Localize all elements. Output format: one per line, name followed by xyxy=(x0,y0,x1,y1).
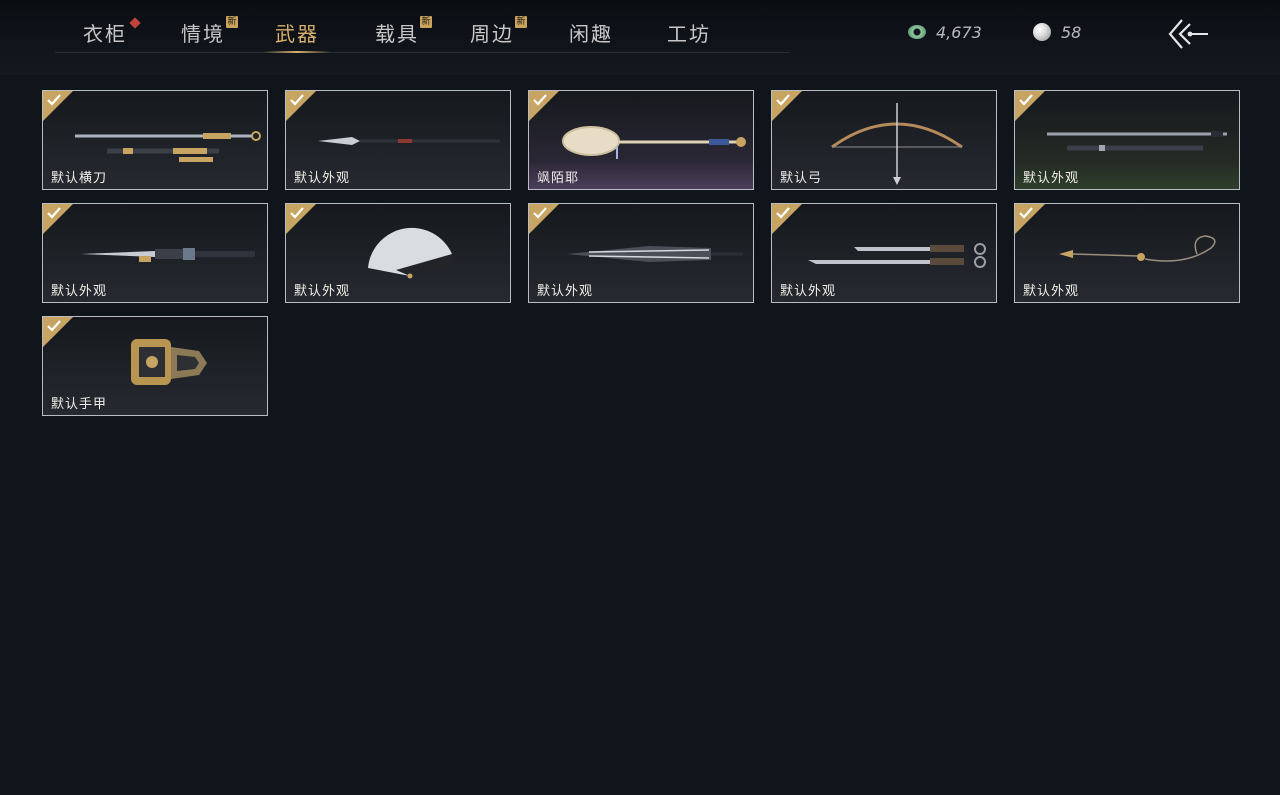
item-name: 默认外观 xyxy=(51,284,108,299)
tab-label: 工坊 xyxy=(667,22,711,46)
tab-workshop[interactable]: 工坊 xyxy=(667,18,711,52)
check-icon xyxy=(290,207,304,219)
tab-scene[interactable]: 情境 新 xyxy=(181,16,238,52)
weapon-card[interactable]: 默认外观 xyxy=(285,90,511,190)
check-icon xyxy=(290,94,304,106)
tab-label: 武器 xyxy=(275,22,319,46)
weapon-card[interactable]: 飒陌耶 xyxy=(528,90,754,190)
check-icon xyxy=(47,94,61,106)
tab-label: 衣柜 xyxy=(83,22,127,46)
tab-label: 闲趣 xyxy=(569,22,613,46)
weapon-card[interactable]: 默认外观 xyxy=(42,203,268,303)
tab-label: 载具 xyxy=(375,22,419,46)
item-name: 默认外观 xyxy=(294,284,351,299)
alert-dot-icon xyxy=(129,17,141,29)
pearl-icon xyxy=(1033,23,1051,41)
weapon-card[interactable]: 默认弓 xyxy=(771,90,997,190)
tab-weapons[interactable]: 武器 xyxy=(263,18,331,53)
weapon-card[interactable]: 默认横刀 xyxy=(42,90,268,190)
weapon-card[interactable]: 默认外观 xyxy=(1014,90,1240,190)
item-name: 默认外观 xyxy=(1023,284,1080,299)
tab-mounts[interactable]: 载具 新 xyxy=(375,16,432,52)
jade-amount: 4,673 xyxy=(936,22,982,42)
item-name: 默认外观 xyxy=(537,284,594,299)
new-badge: 新 xyxy=(515,16,527,28)
item-name: 默认弓 xyxy=(780,171,823,186)
tab-wardrobe[interactable]: 衣柜 xyxy=(83,17,141,52)
weapon-card[interactable]: 默认外观 xyxy=(285,203,511,303)
pearl-amount: 58 xyxy=(1061,22,1082,42)
item-name: 默认外观 xyxy=(780,284,837,299)
item-name: 默认手甲 xyxy=(51,397,108,412)
weapon-card[interactable]: 默认外观 xyxy=(1014,203,1240,303)
check-icon xyxy=(776,94,790,106)
back-arrow-icon xyxy=(1168,19,1208,49)
item-name: 飒陌耶 xyxy=(537,171,580,186)
tab-label: 周边 xyxy=(470,22,514,46)
jade-coin-icon xyxy=(908,25,926,39)
check-icon xyxy=(47,320,61,332)
check-icon xyxy=(776,207,790,219)
back-button[interactable] xyxy=(1162,16,1212,52)
check-icon xyxy=(1019,207,1033,219)
new-badge: 新 xyxy=(420,16,432,28)
weapon-card[interactable]: 默认外观 xyxy=(771,203,997,303)
top-bar: 衣柜 情境 新 武器 载具 新 周边 新 闲趣 工坊 4,673 58 xyxy=(0,0,1280,75)
item-name: 默认横刀 xyxy=(51,171,108,186)
jade-currency: 4,673 xyxy=(908,20,982,44)
tab-label: 情境 xyxy=(181,22,225,46)
weapon-card[interactable]: 默认外观 xyxy=(528,203,754,303)
check-icon xyxy=(1019,94,1033,106)
tab-accessories[interactable]: 周边 新 xyxy=(470,16,527,52)
check-icon xyxy=(533,207,547,219)
check-icon xyxy=(47,207,61,219)
new-badge: 新 xyxy=(226,16,238,28)
item-name: 默认外观 xyxy=(1023,171,1080,186)
check-icon xyxy=(533,94,547,106)
item-name: 默认外观 xyxy=(294,171,351,186)
category-tabs: 衣柜 情境 新 武器 载具 新 周边 新 闲趣 工坊 xyxy=(55,0,790,53)
tab-leisure[interactable]: 闲趣 xyxy=(569,18,613,52)
pearl-currency: 58 xyxy=(1033,20,1081,44)
weapon-card[interactable]: 默认手甲 xyxy=(42,316,268,416)
active-tab-underline xyxy=(263,51,331,53)
